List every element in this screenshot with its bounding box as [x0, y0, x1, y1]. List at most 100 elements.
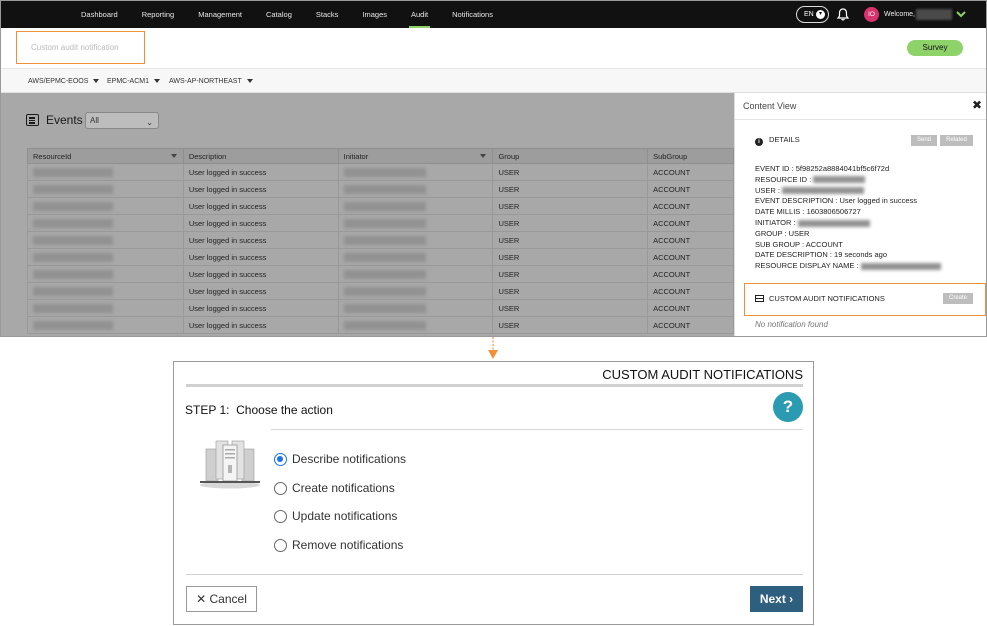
- redacted-value: [343, 303, 426, 313]
- tenant-dropdown[interactable]: EPMC-ACM1: [107, 69, 161, 94]
- table-row[interactable]: User logged in success USER ACCOUNT: [27, 299, 734, 317]
- cell-subgroup: ACCOUNT: [647, 316, 734, 334]
- events-filter-select[interactable]: All ⌄: [85, 112, 159, 129]
- divider: [271, 429, 803, 430]
- cell-initiator: [337, 197, 494, 215]
- cancel-button[interactable]: ✕ Cancel: [186, 586, 257, 612]
- cell-resource: [27, 163, 184, 181]
- next-button[interactable]: Next ›: [750, 586, 803, 612]
- column-header-group[interactable]: Group: [492, 148, 649, 164]
- detail-row: GROUP : USER: [755, 229, 941, 240]
- redacted-value: [33, 201, 113, 211]
- redacted-value: [343, 218, 426, 228]
- cell-group: USER: [492, 248, 649, 266]
- column-header-initiator[interactable]: Initiator: [337, 148, 494, 164]
- radio-button[interactable]: [274, 453, 287, 466]
- bell-icon[interactable]: [837, 8, 849, 21]
- redacted-value: [33, 184, 113, 194]
- detail-label: RESOURCE DISPLAY NAME :: [755, 261, 859, 271]
- action-option[interactable]: Update notifications: [274, 508, 406, 537]
- sort-icon: [480, 154, 487, 158]
- account-label: AWS/EPMC-EOOS: [28, 78, 89, 85]
- option-label: Describe notifications: [292, 452, 407, 466]
- detail-label: DATE DESCRIPTION :: [755, 250, 832, 260]
- events-area-dimmed: Events All ⌄ ResourceId Description Init…: [1, 93, 734, 336]
- send-button[interactable]: Send: [911, 135, 937, 146]
- nav-item-images[interactable]: Images: [350, 1, 399, 28]
- card-icon: [755, 295, 764, 302]
- radio-button[interactable]: [274, 481, 287, 495]
- detail-value: 1603806506727: [806, 207, 861, 217]
- column-header-resourceid[interactable]: ResourceId: [27, 148, 184, 164]
- table-row[interactable]: User logged in success USER ACCOUNT: [27, 248, 734, 266]
- create-notification-button[interactable]: Create: [943, 293, 973, 304]
- action-option[interactable]: Remove notifications: [274, 537, 406, 566]
- account-dropdown[interactable]: AWS/EPMC-EOOS: [28, 69, 100, 94]
- nav-item-dashboard[interactable]: Dashboard: [69, 1, 130, 28]
- cell-resource: [27, 197, 184, 215]
- details-heading: i DETAILS: [755, 135, 800, 146]
- option-label: Update notifications: [292, 509, 398, 523]
- radio-button[interactable]: [274, 538, 287, 552]
- cell-description: User logged in success: [182, 282, 339, 300]
- step-number: STEP 1:: [185, 403, 230, 417]
- nav-item-audit[interactable]: Audit: [399, 1, 440, 28]
- detail-row: DATE MILLIS : 1603806506727: [755, 207, 941, 218]
- detail-row: EVENT ID : 5f98252a8884041bf5c6f72d: [755, 164, 941, 175]
- cell-group: USER: [492, 282, 649, 300]
- radio-button[interactable]: [274, 510, 287, 523]
- survey-button[interactable]: Survey: [907, 40, 963, 56]
- table-row[interactable]: User logged in success USER ACCOUNT: [27, 231, 734, 249]
- chevron-right-icon: ›: [789, 592, 794, 606]
- cell-initiator: [337, 248, 494, 266]
- redacted-value: [343, 167, 426, 177]
- account-selector-row: AWS/EPMC-EOOS EPMC-ACM1 AWS-AP-NORTHEAST: [1, 68, 986, 93]
- language-selector[interactable]: EN ▾: [796, 6, 829, 23]
- table-row[interactable]: User logged in success USER ACCOUNT: [27, 214, 734, 232]
- content-view-header: Content View ✖: [735, 93, 986, 120]
- column-header-subgroup[interactable]: SubGroup: [647, 148, 734, 164]
- nav-item-stacks[interactable]: Stacks: [304, 1, 351, 28]
- events-filter-value: All: [90, 116, 99, 125]
- region-dropdown[interactable]: AWS-AP-NORTHEAST: [169, 69, 253, 94]
- redacted-value: [343, 269, 426, 279]
- action-option[interactable]: Describe notifications: [274, 451, 406, 480]
- redacted-value: [33, 303, 113, 313]
- step-heading: STEP 1: Choose the action: [185, 403, 333, 417]
- custom-audit-notifications-heading: CUSTOM AUDIT NOTIFICATIONS: [755, 284, 885, 314]
- chevron-down-icon[interactable]: [956, 10, 966, 18]
- nav-item-notifications[interactable]: Notifications: [440, 1, 505, 28]
- table-row[interactable]: User logged in success USER ACCOUNT: [27, 316, 734, 334]
- caret-down-icon: [93, 79, 100, 84]
- servers-icon: [200, 440, 260, 489]
- nav-item-management[interactable]: Management: [186, 1, 254, 28]
- avatar[interactable]: IO: [864, 7, 879, 22]
- redacted-value: [33, 218, 113, 228]
- arrow-down-icon: [488, 337, 498, 359]
- table-row[interactable]: User logged in success USER ACCOUNT: [27, 265, 734, 283]
- column-header-description[interactable]: Description: [182, 148, 339, 164]
- nav-items: Dashboard Reporting Management Catalog S…: [69, 1, 505, 28]
- option-label: Remove notifications: [292, 537, 404, 552]
- cell-description: User logged in success: [182, 265, 339, 283]
- table-row[interactable]: User logged in success USER ACCOUNT: [27, 180, 734, 198]
- related-button[interactable]: Related: [940, 135, 973, 146]
- welcome-text: Welcome,: [884, 11, 915, 18]
- nav-item-reporting[interactable]: Reporting: [130, 1, 187, 28]
- cell-subgroup: ACCOUNT: [647, 265, 734, 283]
- redacted-value: [343, 286, 426, 296]
- custom-audit-notification-field[interactable]: Custom audit notification: [16, 31, 145, 64]
- nav-item-catalog[interactable]: Catalog: [254, 1, 304, 28]
- table-row[interactable]: User logged in success USER ACCOUNT: [27, 282, 734, 300]
- close-icon[interactable]: ✖: [972, 98, 982, 112]
- no-notification-text: No notification found: [755, 320, 828, 329]
- detail-value: 19 seconds ago: [834, 250, 888, 260]
- redacted-value: [33, 286, 113, 296]
- cell-subgroup: ACCOUNT: [647, 197, 734, 215]
- table-row[interactable]: User logged in success USER ACCOUNT: [27, 197, 734, 215]
- cell-group: USER: [492, 214, 649, 232]
- help-button[interactable]: ?: [773, 392, 803, 422]
- cell-description: User logged in success: [182, 299, 339, 317]
- action-option[interactable]: Create notifications: [274, 480, 406, 509]
- table-row[interactable]: User logged in success USER ACCOUNT: [27, 163, 734, 181]
